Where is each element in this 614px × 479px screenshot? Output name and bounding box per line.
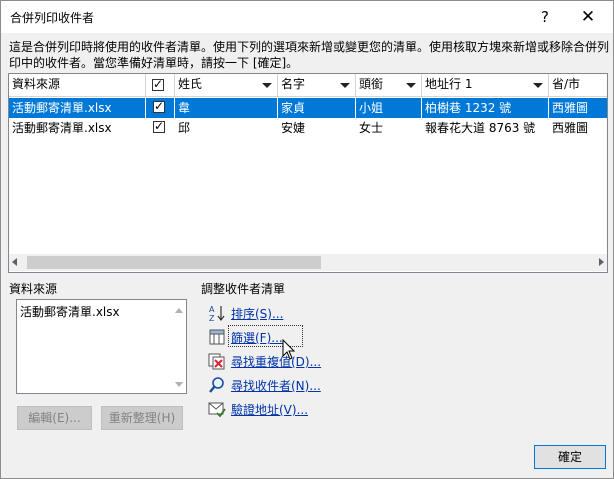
column-header-address[interactable]: 地址行 1	[422, 74, 549, 96]
data-source-list[interactable]: 活動郵寄清單.xlsx	[16, 299, 187, 394]
find-duplicates-link[interactable]: 尋找重複值(D)...	[231, 353, 321, 370]
select-all-checkbox[interactable]: ✓	[152, 77, 164, 91]
find-recipient-link[interactable]: 尋找收件者(N)...	[231, 377, 321, 394]
mail-merge-recipients-dialog: 合併列印收件者 ? ✕ 這是合併列印時將使用的收件者清單。使用下列的選項來新增或…	[0, 0, 614, 479]
list-item[interactable]: 活動郵寄清單.xlsx	[20, 303, 120, 320]
column-header-city[interactable]: 省/市	[549, 74, 607, 96]
ok-button[interactable]: 確定	[534, 445, 606, 469]
cell-data-source: 活動郵寄清單.xlsx	[9, 98, 146, 118]
column-label: 姓氏	[178, 77, 203, 91]
column-label: 省/市	[552, 77, 581, 91]
mouse-cursor-icon	[282, 339, 296, 360]
column-label: 名字	[281, 77, 306, 91]
cell-address: 報春花大道 8763 號	[425, 121, 536, 135]
filter-icon	[209, 329, 225, 345]
edit-button[interactable]: 編輯(E)...	[17, 406, 92, 430]
check-icon: ✓	[154, 119, 165, 133]
refresh-button[interactable]: 重新整理(H)	[101, 406, 183, 430]
column-header-first-name[interactable]: 名字	[278, 74, 356, 96]
find-recipient-icon	[209, 377, 224, 393]
title-bar: 合併列印收件者 ? ✕	[1, 1, 613, 33]
dropdown-arrow-icon[interactable]	[262, 83, 272, 88]
row-checkbox[interactable]: ✓	[153, 99, 165, 113]
dropdown-arrow-icon[interactable]	[533, 83, 543, 88]
validate-address-icon	[208, 402, 226, 418]
cell-city: 西雅圖	[552, 101, 589, 115]
table-row[interactable]: 活動郵寄清單.xlsx ✓ 邱 安婕 女士 報春花大道 8763 號 西雅圖	[9, 118, 607, 138]
close-button[interactable]: ✕	[571, 6, 605, 28]
column-label: 頭銜	[359, 77, 384, 91]
column-label: 地址行 1	[425, 77, 473, 91]
cell-first-name: 家貞	[278, 98, 356, 118]
svg-text:A: A	[209, 305, 215, 314]
cell-last-name: 邱	[178, 121, 191, 135]
dropdown-arrow-icon[interactable]	[406, 83, 416, 88]
cell-data-source: 活動郵寄清單.xlsx	[12, 121, 112, 135]
table-row[interactable]: 活動郵寄清單.xlsx ✓ 韋 家貞 小姐 柏樹巷 1232 號 西雅圖	[9, 98, 607, 118]
cell-include: ✓	[146, 98, 175, 118]
cell-title: 女士	[359, 121, 384, 135]
scroll-right-icon[interactable]	[599, 258, 604, 266]
sort-az-icon: A Z	[209, 305, 225, 322]
help-button[interactable]: ?	[528, 6, 562, 28]
check-icon: ✓	[153, 77, 164, 91]
instructions-text: 這是合併列印時將使用的收件者清單。使用下列的選項來新增或變更您的清單。使用核取方…	[9, 40, 610, 70]
horizontal-scrollbar[interactable]	[9, 254, 607, 271]
cell-last-name: 韋	[175, 98, 278, 118]
dropdown-arrow-icon[interactable]	[340, 83, 350, 88]
column-header-include[interactable]: ✓	[146, 74, 175, 96]
row-checkbox[interactable]: ✓	[153, 119, 165, 133]
cell-title: 小姐	[356, 98, 422, 118]
scroll-left-icon[interactable]	[12, 258, 17, 266]
recipient-grid[interactable]: 資料來源 ✓ 姓氏 名字 頭銜 地址行 1 省/市 活動郵寄清單.xlsx ✓ …	[8, 73, 608, 273]
column-label: 資料來源	[12, 77, 61, 91]
column-header-data-source[interactable]: 資料來源	[9, 74, 146, 96]
validate-address-link[interactable]: 驗證地址(V)...	[231, 401, 308, 418]
window-title: 合併列印收件者	[10, 11, 95, 25]
cell-first-name: 安婕	[281, 121, 306, 135]
find-duplicates-icon	[208, 353, 225, 370]
cell-include: ✓	[146, 118, 175, 138]
cell-city: 西雅圖	[552, 121, 589, 135]
data-source-label: 資料來源	[9, 282, 58, 296]
refine-list-label: 調整收件者清單	[201, 282, 286, 296]
sort-link[interactable]: 排序(S)...	[231, 305, 283, 322]
scrollbar-thumb[interactable]	[27, 256, 321, 269]
column-header-last-name[interactable]: 姓氏	[175, 74, 278, 96]
column-header-title[interactable]: 頭銜	[356, 74, 422, 96]
scroll-down-icon[interactable]	[175, 382, 183, 387]
check-icon: ✓	[154, 99, 165, 113]
grid-header: 資料來源 ✓ 姓氏 名字 頭銜 地址行 1 省/市	[9, 74, 607, 97]
cell-address: 柏樹巷 1232 號	[422, 98, 549, 118]
scroll-up-icon[interactable]	[175, 308, 183, 313]
svg-text:Z: Z	[209, 314, 215, 322]
